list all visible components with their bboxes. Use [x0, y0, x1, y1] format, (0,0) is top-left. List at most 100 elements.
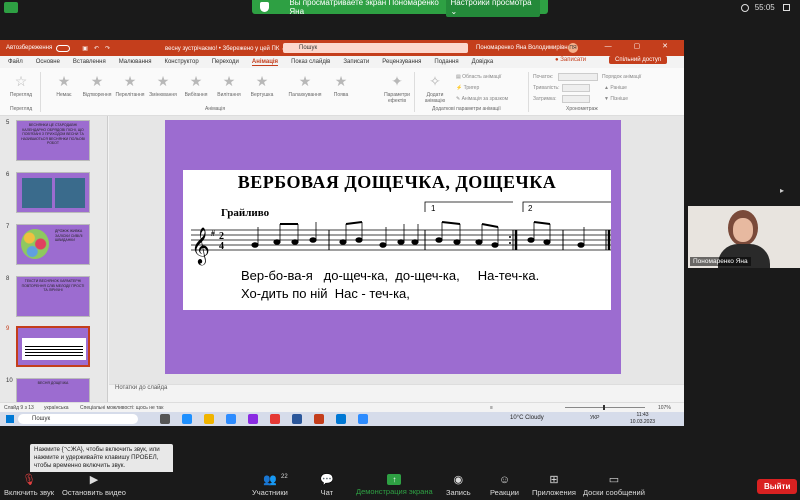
tab-view[interactable]: Подання: [434, 59, 458, 65]
tab-file[interactable]: Файл: [8, 59, 23, 65]
svg-text:#: #: [211, 229, 215, 238]
share-screen-button[interactable]: ↑ Демонстрация экрана: [356, 474, 433, 496]
ribbon-divider: [528, 72, 529, 112]
document-title[interactable]: весну зустрічаємо! • Збережено у цей ПК …: [165, 45, 286, 52]
notes-toggle[interactable]: ≡: [490, 405, 493, 411]
apps-button[interactable]: ⊞ Приложения: [532, 474, 576, 497]
timing-group-label: Хронометраж: [566, 106, 598, 112]
anim-none[interactable]: ★ Немає: [47, 74, 81, 98]
record-button[interactable]: ● Записати: [555, 57, 599, 63]
whiteboards-button[interactable]: ▭ Доски сообщений: [583, 474, 645, 497]
window-controls[interactable]: — ▢ ✕: [605, 42, 678, 50]
delay-input[interactable]: [562, 95, 590, 103]
anim-change[interactable]: ★ Змінювання: [146, 74, 180, 98]
thumbnail-number: 6: [6, 172, 10, 178]
fullscreen-icon[interactable]: [783, 4, 790, 12]
redo-icon[interactable]: ↷: [105, 45, 110, 52]
tab-insert[interactable]: Вставлення: [73, 59, 106, 65]
volta-2: 2: [528, 204, 533, 213]
slide-thumbnail[interactable]: ТЕКСТИ ВЕСНЯНОК ХАРАКТЕРНІ ПОВТОРЕННЯ СЛ…: [16, 276, 90, 317]
app-icon[interactable]: [248, 414, 258, 424]
file-explorer-icon[interactable]: [204, 414, 214, 424]
zoom-app-icon[interactable]: [226, 414, 236, 424]
windows-start-icon[interactable]: [6, 415, 14, 423]
clock-icon: [740, 3, 749, 12]
participant-video[interactable]: Пономаренко Яна: [688, 206, 800, 268]
start-dropdown[interactable]: [558, 73, 598, 81]
anim-appear[interactable]: ★ Відтворення: [80, 74, 114, 98]
app-icon[interactable]: [336, 414, 346, 424]
anim-show[interactable]: ★ Поява: [324, 74, 358, 98]
taskbar-search[interactable]: Пошук: [18, 414, 138, 424]
tab-record[interactable]: Записати: [343, 59, 369, 65]
animation-painter-button[interactable]: ✎ Анімація за зразком: [456, 96, 508, 102]
anim-flash[interactable]: ★ Палахкування: [288, 74, 322, 98]
animation-pane-button[interactable]: ▤ Область анімації: [456, 74, 501, 80]
slide-thumbnail[interactable]: ДРОЖЖ ЖИВКА ЗАЛІСКИ СИВІЛІ ШВИДАНКИ: [16, 224, 90, 265]
apps-icon: ⊞: [549, 474, 559, 486]
weather-widget[interactable]: 10°C Cloudy: [510, 415, 544, 421]
slide-thumbnail[interactable]: ВЕСНЯ ДОЩЕЧКА: [16, 378, 90, 402]
duration-input[interactable]: [562, 84, 590, 92]
tab-help[interactable]: Довідка: [472, 59, 494, 65]
powerpoint-icon[interactable]: [314, 414, 324, 424]
reactions-icon: ☺: [498, 474, 511, 486]
chat-button[interactable]: 💬 Чат: [320, 474, 334, 497]
avatar[interactable]: ПЯ: [568, 43, 578, 53]
delay-label: Затримка:: [533, 96, 557, 102]
start-label: Початок:: [533, 74, 554, 80]
tab-slideshow[interactable]: Показ слайдів: [291, 59, 330, 65]
preview-button[interactable]: ☆ Перегляд: [4, 74, 38, 98]
tab-animations[interactable]: Анімація: [251, 59, 279, 66]
reactions-button[interactable]: ☺ Реакции: [490, 474, 519, 497]
language-indicator[interactable]: українська: [44, 405, 69, 411]
move-earlier-button[interactable]: ▲ Раніше: [604, 85, 627, 91]
save-icon[interactable]: ▣: [82, 45, 88, 52]
accessibility-status[interactable]: Спеціальні можливості: щось не так: [80, 405, 163, 411]
slide-thumbnail[interactable]: [16, 172, 90, 213]
view-options-button[interactable]: Настройки просмотра ⌄: [445, 0, 540, 17]
ppt-user-name[interactable]: Пономаренко Яна Володимирівна: [476, 45, 571, 51]
word-icon[interactable]: [292, 414, 302, 424]
current-slide[interactable]: ВЕРБОВАЯ ДОЩЕЧКА, ДОЩЕЧКА Грайливо 𝄞 # 2: [165, 120, 621, 374]
trigger-button[interactable]: ⚡ Тригер: [456, 85, 479, 91]
collapse-video-icon[interactable]: ▸: [780, 186, 784, 195]
notes-pane[interactable]: Нотатки до слайда: [109, 384, 684, 394]
share-screen-icon: ↑: [387, 474, 402, 485]
autosave-toggle[interactable]: [56, 44, 71, 52]
anim-run[interactable]: ★ Вибігання: [179, 74, 213, 98]
share-button[interactable]: Спільний доступ: [609, 56, 668, 64]
anim-flyin[interactable]: ★ Вилітання: [212, 74, 246, 98]
effect-options-button[interactable]: ✦ Параметри ефектів: [380, 74, 414, 104]
stop-video-button[interactable]: ▶ Остановить видео: [62, 474, 126, 497]
chrome-icon[interactable]: [270, 414, 280, 424]
add-animation-button[interactable]: ✧ Додати анімацію: [418, 74, 452, 104]
tab-transitions[interactable]: Переходи: [212, 59, 239, 65]
tab-review[interactable]: Рецензування: [382, 59, 421, 65]
anim-fly[interactable]: ★ Перелітання: [113, 74, 147, 98]
leave-button[interactable]: Выйти: [757, 479, 798, 494]
record-button[interactable]: ◉ Запись: [446, 474, 471, 497]
slide-thumbnail[interactable]: ВЕСНЯНКИ ЦЕ СТАРОДАВНІ КАЛЕНДАРНО ОБРЯДО…: [16, 120, 90, 161]
undo-icon[interactable]: ↶: [94, 45, 99, 52]
tab-design[interactable]: Конструктор: [164, 59, 198, 65]
sheet-music-image[interactable]: ВЕРБОВАЯ ДОЩЕЧКА, ДОЩЕЧКА Грайливо 𝄞 # 2: [183, 170, 611, 310]
thumbnail-number: 5: [6, 120, 10, 126]
star-icon: ★: [298, 73, 312, 89]
anim-spin[interactable]: ★ Вертушка: [245, 74, 279, 98]
input-language[interactable]: УКР: [590, 415, 599, 421]
zoom-app-icon[interactable]: [358, 414, 368, 424]
ppt-title-bar: Автозбереження ▣ ↶ ↷ весну зустрічаємо! …: [0, 40, 684, 56]
zoom-level[interactable]: 107%: [658, 405, 671, 411]
taskbar-clock[interactable]: 11:43 10.03.2023: [630, 412, 655, 426]
ppt-search-input[interactable]: Пошук: [283, 43, 468, 53]
unmute-button[interactable]: 🎙 Включить звук: [4, 474, 54, 497]
move-later-button[interactable]: ▼ Пізніше: [604, 96, 628, 102]
ribbon-tabs: Файл Основне Вставлення Малювання Констр…: [0, 56, 684, 68]
tab-home[interactable]: Основне: [36, 59, 60, 65]
edge-icon[interactable]: [182, 414, 192, 424]
tab-draw[interactable]: Малювання: [119, 59, 152, 65]
slide-thumbnail-selected[interactable]: [16, 326, 90, 367]
task-view-icon[interactable]: [160, 414, 170, 424]
zoom-slider[interactable]: [565, 405, 645, 410]
